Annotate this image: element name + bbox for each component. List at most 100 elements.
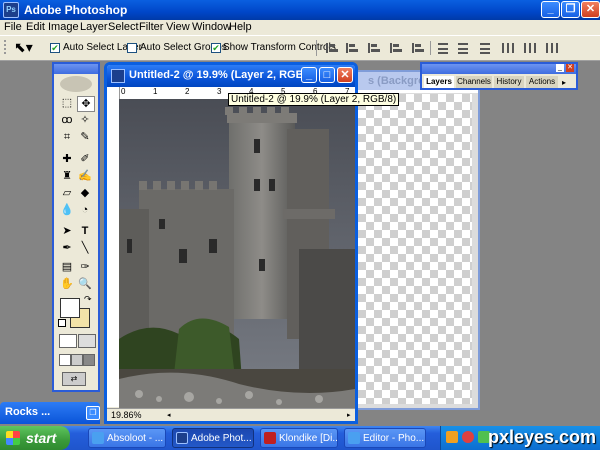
screen-mode-standard-icon[interactable]: [59, 354, 71, 366]
blur-tool-icon[interactable]: 💧: [59, 203, 75, 217]
adobe-feather-icon[interactable]: [60, 76, 92, 92]
lasso-tool-icon[interactable]: ꝏ: [59, 113, 75, 127]
minimized-document-title: Rocks ...: [5, 406, 51, 418]
screen-mode-menubar-icon[interactable]: [71, 354, 83, 366]
taskbar-item-editor[interactable]: Editor - Pho...: [344, 428, 426, 448]
background-document-window[interactable]: s (Backgrou: [340, 70, 480, 410]
dodge-tool-icon[interactable]: ◔: [77, 203, 93, 217]
foreground-color-swatch-front[interactable]: [60, 298, 80, 318]
pen-tool-icon[interactable]: ✒: [59, 241, 75, 255]
show-transform-controls-label: Show Transform Controls: [223, 42, 336, 53]
tab-actions[interactable]: Actions: [526, 76, 558, 88]
start-label: start: [26, 430, 57, 446]
auto-select-groups-checkbox[interactable]: [127, 43, 137, 53]
path-selection-tool-icon[interactable]: ➤: [59, 224, 75, 238]
layers-palette: _ ✕ Layers Channels History Actions ▸: [420, 62, 578, 90]
browser-icon: [348, 432, 360, 444]
hand-tool-icon[interactable]: ✋: [59, 277, 75, 291]
taskbar: start Absoloot - ... Adobe Phot... Klond…: [0, 426, 600, 450]
document-maximize-button[interactable]: □: [319, 67, 335, 83]
brush-tool-icon[interactable]: ✐: [77, 152, 93, 166]
document-canvas[interactable]: [119, 99, 355, 409]
options-bar: ⬉▾ ✔ Auto Select Layer Auto Select Group…: [0, 35, 600, 61]
taskbar-item-label: Absoloot - ...: [107, 433, 164, 444]
menu-view[interactable]: View: [166, 21, 190, 33]
photoshop-taskbar-icon: [176, 432, 188, 444]
zoom-level[interactable]: 19.86%: [111, 410, 142, 420]
layers-palette-titlebar[interactable]: [422, 64, 576, 74]
document-titlebar[interactable]: Untitled-2 @ 19.9% (Layer 2, RGB/8) _ □ …: [107, 65, 355, 87]
start-button[interactable]: start: [0, 426, 70, 450]
browser-icon: [92, 432, 104, 444]
move-tool-icon[interactable]: ✥: [77, 96, 95, 112]
transparent-canvas[interactable]: [358, 94, 472, 404]
toolbox-titlebar[interactable]: [54, 64, 98, 74]
windows-logo-icon: [6, 431, 20, 445]
eyedropper-tool-icon[interactable]: ✑: [77, 260, 93, 274]
swap-colors-icon[interactable]: ↷: [84, 294, 92, 305]
menu-bar: File Edit Image Layer Select Filter View…: [0, 20, 600, 35]
menu-edit[interactable]: Edit: [26, 21, 45, 33]
crop-tool-icon[interactable]: ⌗: [59, 130, 75, 144]
line-tool-icon[interactable]: ╲: [77, 241, 93, 255]
slice-tool-icon[interactable]: ✎: [77, 130, 93, 144]
history-brush-tool-icon[interactable]: ✍: [77, 169, 93, 183]
status-scroll-left-icon[interactable]: ◂: [167, 411, 173, 419]
active-document-window[interactable]: Untitled-2 @ 19.9% (Layer 2, RGB/8) _ □ …: [104, 62, 358, 424]
healing-brush-tool-icon[interactable]: ✚: [59, 152, 75, 166]
tray-security-icon[interactable]: [462, 431, 474, 443]
default-colors-icon[interactable]: [58, 319, 66, 327]
document-close-button[interactable]: ✕: [337, 67, 353, 83]
minimize-button[interactable]: _: [541, 1, 560, 18]
palette-minimize-icon[interactable]: _: [556, 64, 564, 72]
app-title: Adobe Photoshop: [24, 3, 128, 17]
jump-to-imageready-icon[interactable]: ⇄: [62, 372, 86, 386]
status-scroll-right-icon[interactable]: ▸: [347, 411, 353, 419]
minimized-restore-icon[interactable]: ❐: [86, 406, 100, 420]
palette-close-icon[interactable]: ✕: [566, 64, 574, 72]
tab-layers[interactable]: Layers: [424, 76, 454, 88]
type-tool-icon[interactable]: T: [77, 224, 93, 238]
palette-menu-arrow-icon[interactable]: ▸: [562, 78, 566, 87]
clone-stamp-tool-icon[interactable]: ♜: [59, 169, 75, 183]
close-button[interactable]: ✕: [581, 1, 600, 18]
app-titlebar: Ps Adobe Photoshop _ ❐ ✕: [0, 0, 600, 20]
ruler-mark: 0: [121, 87, 126, 96]
document-minimize-button[interactable]: _: [301, 67, 317, 83]
eraser-tool-icon[interactable]: ▱: [59, 186, 75, 200]
taskbar-item-browser[interactable]: Absoloot - ...: [88, 428, 166, 448]
menu-image[interactable]: Image: [48, 21, 79, 33]
cards-icon: [264, 432, 276, 444]
auto-select-layer-checkbox[interactable]: ✔: [50, 43, 60, 53]
taskbar-item-photoshop[interactable]: Adobe Phot...: [172, 428, 254, 448]
menu-layer[interactable]: Layer: [80, 21, 108, 33]
quick-mask-mode-icon[interactable]: [78, 334, 96, 348]
minimized-document-window[interactable]: Rocks ... ❐: [0, 402, 100, 424]
toolbox: ⬚ ✥ ꝏ ✧ ⌗ ✎ ✚ ✐ ♜ ✍ ▱ ◆ 💧 ◔ ➤ T ✒ ╲ ▤ ✑ …: [52, 62, 100, 392]
notes-tool-icon[interactable]: ▤: [59, 260, 75, 274]
menu-select[interactable]: Select: [108, 21, 139, 33]
ruler-mark: 1: [153, 87, 158, 96]
options-grip[interactable]: [4, 40, 12, 54]
marquee-tool-icon[interactable]: ⬚: [59, 96, 75, 110]
tray-app-icon[interactable]: [446, 431, 458, 443]
castle-photo: [119, 99, 355, 409]
move-tool-preset-icon[interactable]: ⬉▾: [14, 39, 33, 56]
show-transform-controls-checkbox[interactable]: ✔: [211, 43, 221, 53]
zoom-tool-icon[interactable]: 🔍: [77, 277, 93, 291]
restore-button[interactable]: ❐: [561, 1, 580, 18]
menu-help[interactable]: Help: [229, 21, 252, 33]
taskbar-item-klondike[interactable]: Klondike [Di...: [260, 428, 338, 448]
screen-mode-full-icon[interactable]: [83, 354, 95, 366]
menu-filter[interactable]: Filter: [139, 21, 163, 33]
menu-window[interactable]: Window: [192, 21, 231, 33]
document-title: Untitled-2 @ 19.9% (Layer 2, RGB/8): [129, 69, 317, 81]
ruler-mark: 2: [185, 87, 190, 96]
options-divider: [316, 40, 317, 56]
paint-bucket-tool-icon[interactable]: ◆: [77, 186, 93, 200]
menu-file[interactable]: File: [4, 21, 22, 33]
magic-wand-tool-icon[interactable]: ✧: [77, 113, 93, 127]
standard-mode-icon[interactable]: [59, 334, 77, 348]
tab-history[interactable]: History: [494, 76, 524, 88]
tab-channels[interactable]: Channels: [456, 76, 492, 88]
